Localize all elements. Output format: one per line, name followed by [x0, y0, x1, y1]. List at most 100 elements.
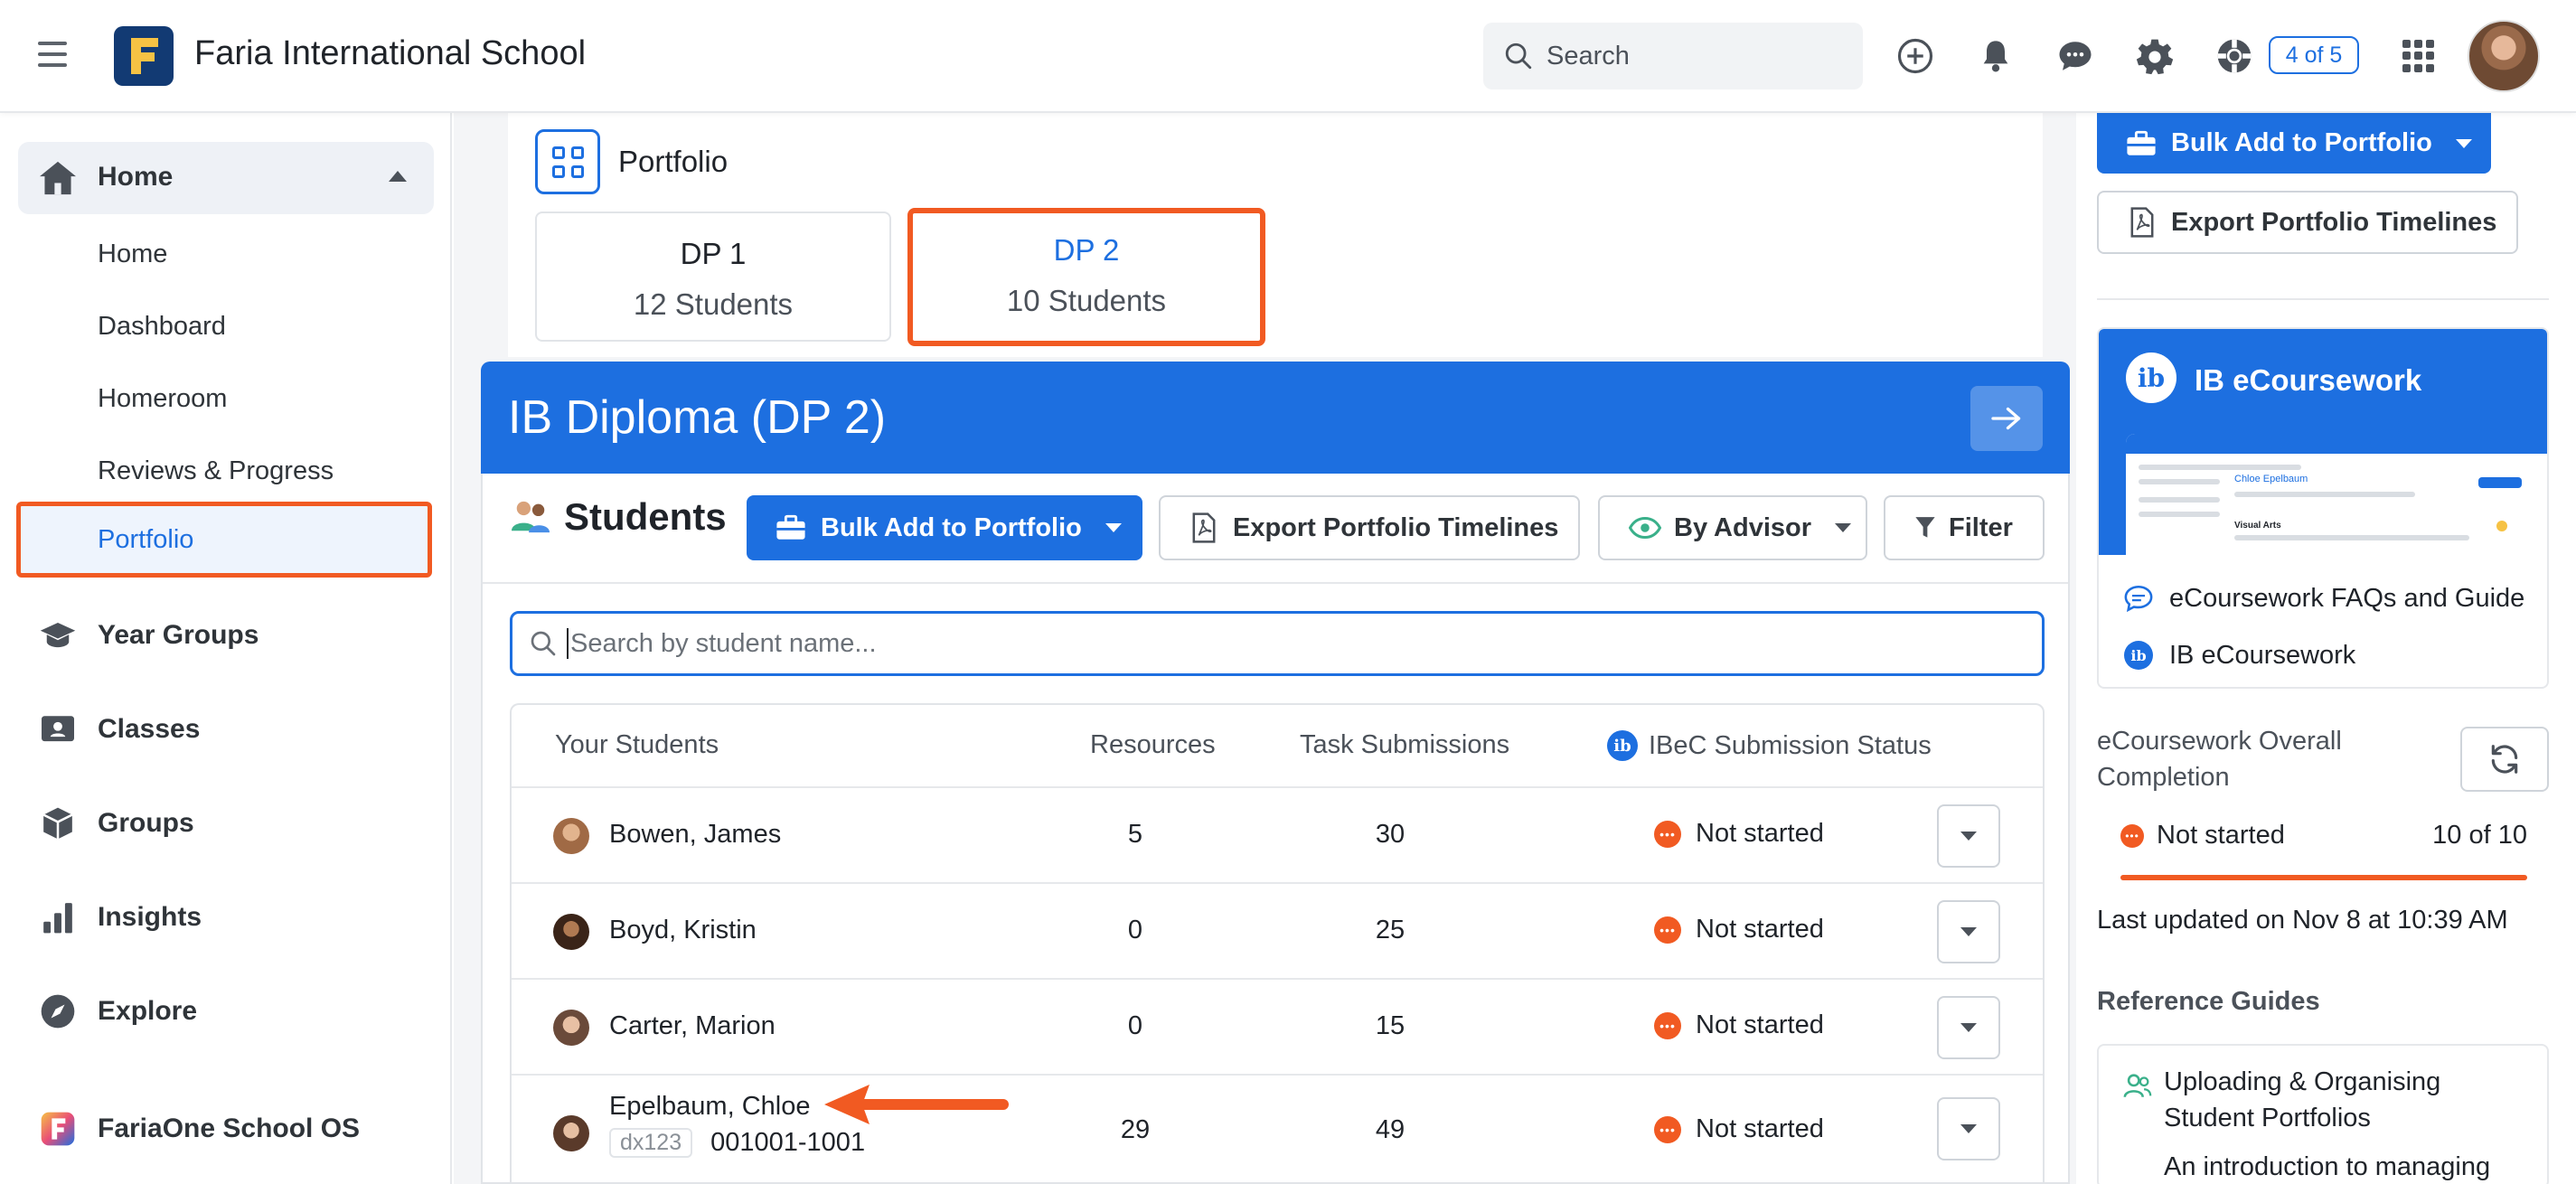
sidebar-item-home[interactable]: Home	[98, 240, 167, 269]
row-actions-dropdown[interactable]	[1937, 996, 2000, 1059]
table-row[interactable]: Epelbaum, Chloe dx123 001001-1001 29 49 …	[512, 1074, 2043, 1184]
ib-ecoursework-link[interactable]: ib IB eCoursework	[2122, 639, 2355, 672]
users-icon	[2122, 1071, 2153, 1104]
resources-count: 0	[1127, 916, 1143, 944]
tab-dp1[interactable]: DP 1 12 Students	[535, 211, 891, 342]
tasks-count: 49	[1375, 1115, 1406, 1144]
chevron-down-icon[interactable]	[1105, 523, 1122, 532]
search-icon	[531, 631, 556, 656]
status-badge: ••• Not started	[1654, 915, 1824, 944]
resources-count: 0	[1127, 1011, 1143, 1040]
tab-dp2[interactable]: DP 2 10 Students	[907, 208, 1265, 346]
search-icon	[1505, 42, 1532, 70]
refresh-button[interactable]	[2460, 727, 2549, 792]
reference-guide-title: Uploading & Organising Student Portfolio…	[2164, 1067, 2441, 1132]
notifications-badge[interactable]: 4 of 5	[2269, 36, 2359, 74]
completion-count: 10 of 10	[2432, 821, 2527, 850]
divider	[483, 582, 2068, 584]
ecoursework-faq-label: eCoursework FAQs and Guide	[2169, 583, 2525, 613]
avatar	[553, 1010, 589, 1046]
pdf-file-icon	[2130, 207, 2154, 238]
sidebar-item-groups[interactable]: Groups	[36, 801, 194, 846]
sidebar-item-reviews-progress[interactable]: Reviews & Progress	[98, 456, 334, 486]
row-actions-dropdown[interactable]	[1937, 900, 2000, 963]
faria-one-icon	[36, 1107, 80, 1151]
column-header-tasks[interactable]: Task Submissions	[1300, 730, 1509, 760]
by-advisor-label: By Advisor	[1674, 512, 1812, 542]
arrow-right-icon	[1991, 407, 2021, 430]
annotation-arrow	[824, 1085, 1009, 1124]
column-header-name[interactable]: Your Students	[555, 730, 719, 760]
bulk-add-button-secondary[interactable]: Bulk Add to Portfolio	[2097, 113, 2491, 174]
sidebar-item-classes-label: Classes	[98, 714, 201, 744]
column-header-ibec[interactable]: ib IBeC Submission Status	[1607, 730, 1932, 761]
school-name: Faria International School	[194, 34, 587, 72]
sidebar-item-explore[interactable]: Explore	[36, 989, 197, 1034]
sidebar-section-home[interactable]: Home	[18, 142, 434, 214]
bell-icon[interactable]	[1974, 34, 2017, 78]
chevron-down-icon[interactable]	[2455, 138, 2472, 148]
completion-status: ••• Not started 10 of 10	[2120, 821, 2527, 850]
table-row[interactable]: Bowen, James 5 30 ••• Not started	[512, 786, 2043, 882]
open-program-button[interactable]	[1970, 386, 2043, 451]
student-search-input[interactable]: Search by student name...	[510, 611, 2045, 676]
filter-button[interactable]: Filter	[1884, 495, 2045, 560]
column-header-resources[interactable]: Resources	[1090, 730, 1216, 760]
table-row[interactable]: Carter, Marion 0 15 ••• Not started	[512, 978, 2043, 1074]
status-badge: ••• Not started	[1654, 819, 1824, 849]
sidebar-item-explore-label: Explore	[98, 996, 198, 1026]
pdf-file-icon	[1192, 512, 1216, 543]
chevron-down-icon	[1960, 927, 1977, 936]
students-heading: Students	[510, 495, 727, 539]
school-logo[interactable]	[114, 26, 174, 86]
preview-student-name: Chloe Epelbaum	[2234, 474, 2308, 484]
not-started-icon: •••	[1654, 1115, 1681, 1143]
student-name[interactable]: Bowen, James	[609, 820, 781, 850]
tasks-count: 15	[1375, 1011, 1406, 1040]
chat-bubble-icon	[2122, 582, 2155, 615]
table-row[interactable]: Boyd, Kristin 0 25 ••• Not started	[512, 882, 2043, 978]
row-actions-dropdown[interactable]	[1937, 1097, 2000, 1161]
chevron-up-icon[interactable]	[389, 171, 407, 182]
bulk-add-button[interactable]: Bulk Add to Portfolio	[747, 495, 1142, 560]
student-name[interactable]: Carter, Marion	[609, 1011, 776, 1041]
student-name[interactable]: Epelbaum, Chloe	[609, 1092, 810, 1122]
sidebar-item-insights[interactable]: Insights	[36, 895, 202, 940]
row-actions-dropdown[interactable]	[1937, 804, 2000, 868]
ib-ecoursework-label: IB eCoursework	[2169, 640, 2356, 670]
not-started-icon: •••	[1654, 820, 1681, 848]
help-icon[interactable]	[2213, 34, 2256, 78]
export-timelines-button-secondary[interactable]: Export Portfolio Timelines	[2097, 191, 2518, 254]
sidebar-item-insights-label: Insights	[98, 902, 202, 932]
sidebar-item-dashboard[interactable]: Dashboard	[98, 312, 226, 342]
chat-icon[interactable]	[2054, 34, 2097, 78]
export-timelines-button[interactable]: Export Portfolio Timelines	[1159, 495, 1580, 560]
add-icon[interactable]	[1894, 34, 1937, 78]
filter-icon	[1915, 517, 1935, 538]
tasks-count: 30	[1375, 820, 1406, 849]
text-cursor	[567, 628, 569, 659]
chevron-down-icon	[1960, 1124, 1977, 1133]
ecoursework-banner[interactable]: ib IB eCoursework Chloe Epelbaum Visual …	[2099, 329, 2547, 555]
cube-icon	[36, 802, 80, 845]
sidebar-item-homeroom[interactable]: Homeroom	[98, 384, 227, 414]
not-started-icon: •••	[1654, 1011, 1681, 1039]
by-advisor-dropdown[interactable]: By Advisor	[1598, 495, 1867, 560]
ecoursework-faq-link[interactable]: eCoursework FAQs and Guide	[2122, 582, 2524, 615]
gear-icon[interactable]	[2133, 34, 2176, 78]
sidebar-item-portfolio[interactable]: Portfolio	[16, 502, 432, 578]
sidebar-item-fariaone[interactable]: FariaOne School OS	[36, 1106, 360, 1151]
reference-guide-card[interactable]: Uploading & Organising Student Portfolio…	[2097, 1044, 2549, 1184]
divider	[2097, 298, 2549, 300]
user-avatar[interactable]	[2468, 20, 2540, 92]
apps-grid-icon[interactable]	[2402, 40, 2435, 72]
student-search-placeholder: Search by student name...	[570, 628, 877, 658]
global-search[interactable]: Search	[1483, 23, 1863, 89]
compass-icon	[36, 990, 80, 1033]
class-board-icon	[36, 708, 80, 751]
sidebar-item-classes[interactable]: Classes	[36, 707, 200, 752]
sidebar-item-year-groups[interactable]: Year Groups	[36, 613, 259, 658]
student-name[interactable]: Boyd, Kristin	[609, 916, 757, 945]
menu-icon[interactable]	[38, 42, 67, 67]
briefcase-icon	[2127, 130, 2156, 155]
